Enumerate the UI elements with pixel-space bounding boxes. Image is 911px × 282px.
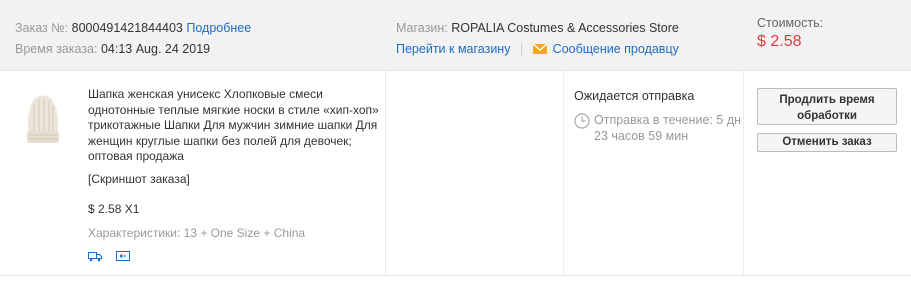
envelope-icon bbox=[532, 44, 547, 54]
order-time: 04:13 Aug. 24 2019 bbox=[100, 42, 211, 56]
order-header: Заказ №: 8000491421844403 Подробнее Врем… bbox=[0, 0, 911, 71]
product-properties: Характеристики: 13 + One Size + China bbox=[88, 225, 306, 240]
service-icons bbox=[88, 250, 383, 262]
message-seller-label: Сообщение продавцу bbox=[552, 42, 679, 56]
order-number-label: Заказ №: bbox=[15, 21, 69, 35]
countdown-text: Отправка в течение: 5 дн 23 часов 59 мин bbox=[594, 113, 742, 143]
product-title[interactable]: Шапка женская унисекс Хлопковые смеси од… bbox=[88, 87, 383, 165]
shipping-countdown: Отправка в течение: 5 дн 23 часов 59 мин bbox=[574, 112, 744, 144]
product-image[interactable] bbox=[18, 87, 68, 149]
store-label: Магазин: bbox=[396, 21, 448, 35]
order-info: Заказ №: 8000491421844403 Подробнее Врем… bbox=[15, 18, 251, 60]
delivery-truck-icon[interactable] bbox=[88, 250, 102, 262]
order-time-label: Время заказа: bbox=[15, 42, 98, 56]
extend-processing-time-button[interactable]: Продлить время обработки bbox=[757, 88, 897, 125]
order-item-row: Шапка женская унисекс Хлопковые смеси од… bbox=[0, 71, 911, 276]
status-text: Ожидается отправка bbox=[574, 89, 695, 103]
go-to-store-link[interactable]: Перейти к магазину bbox=[396, 42, 510, 56]
order-details-link[interactable]: Подробнее bbox=[186, 21, 251, 35]
order-cost: Стоимость: $ 2.58 bbox=[757, 16, 823, 51]
link-separator: | bbox=[519, 42, 524, 56]
store-info: Магазин: ROPALIA Costumes & Accessories … bbox=[396, 18, 679, 60]
cost-value: $ 2.58 bbox=[757, 33, 802, 50]
clock-icon bbox=[574, 113, 590, 129]
store-name: ROPALIA Costumes & Accessories Store bbox=[451, 21, 679, 35]
message-seller-link[interactable]: Сообщение продавцу bbox=[532, 42, 679, 56]
order-card: Заказ №: 8000491421844403 Подробнее Врем… bbox=[0, 0, 911, 282]
column-divider bbox=[563, 71, 564, 276]
order-screenshot-link[interactable]: [Скриншот заказа] bbox=[88, 171, 383, 187]
column-divider bbox=[385, 71, 386, 276]
product-details: Шапка женская унисекс Хлопковые смеси од… bbox=[88, 87, 383, 262]
cancel-order-button[interactable]: Отменить заказ bbox=[757, 133, 897, 152]
cost-label: Стоимость: bbox=[757, 16, 824, 30]
order-status: Ожидается отправка Отправка в течение: 5… bbox=[574, 89, 744, 144]
price-quantity: $ 2.58 X1 bbox=[88, 201, 140, 216]
return-card-icon[interactable] bbox=[116, 250, 130, 262]
order-number: 8000491421844403 bbox=[71, 21, 183, 35]
